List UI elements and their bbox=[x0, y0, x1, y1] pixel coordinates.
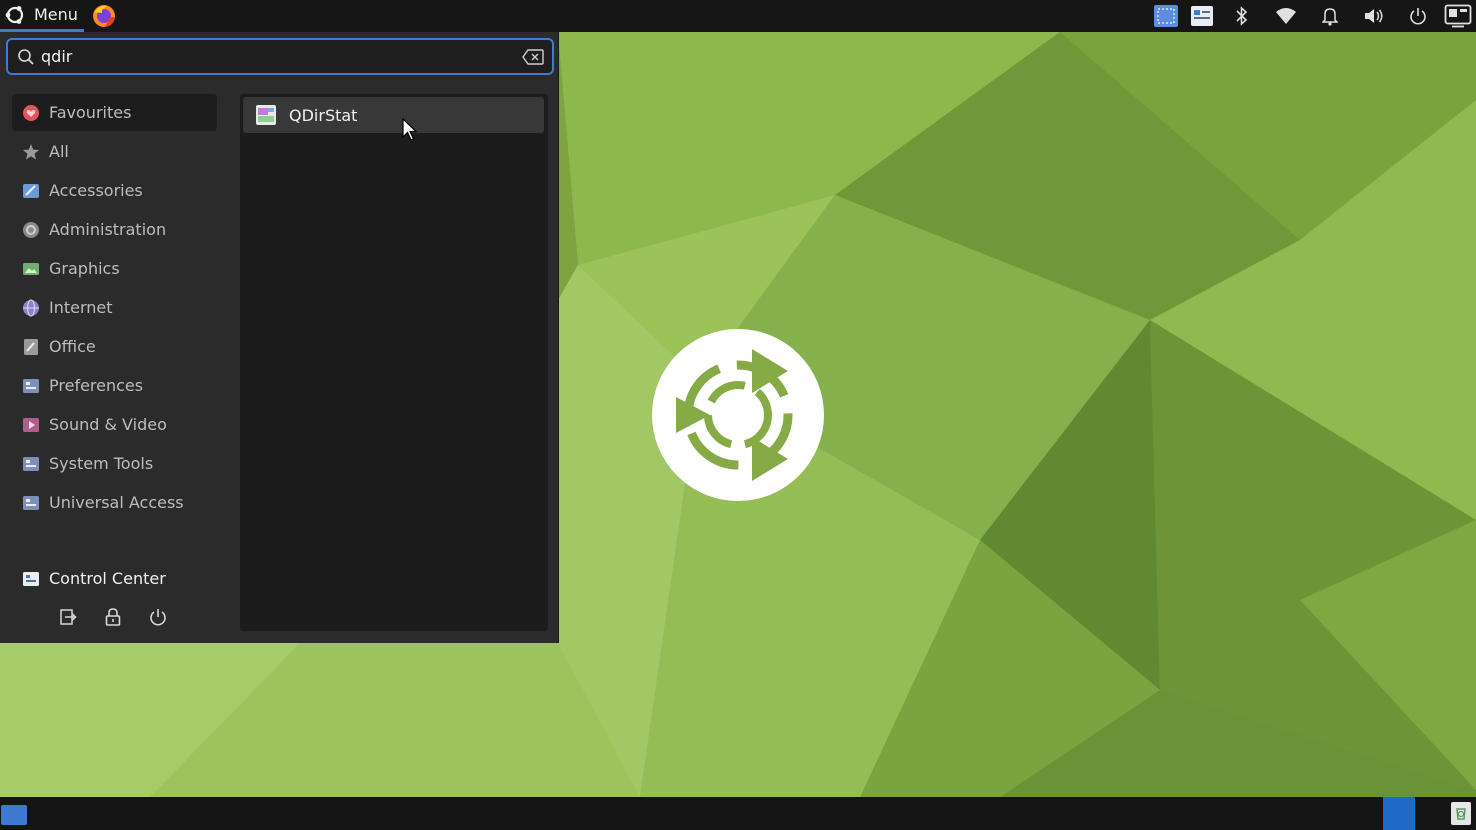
top-panel: Menu bbox=[0, 0, 1476, 32]
control-center-icon bbox=[22, 570, 40, 588]
category-label: Internet bbox=[49, 298, 113, 317]
star-icon bbox=[22, 143, 40, 161]
backspace-clear-icon[interactable] bbox=[522, 48, 544, 65]
firefox-icon bbox=[92, 5, 115, 27]
control-center-applet[interactable] bbox=[1184, 0, 1220, 32]
qdirstat-icon bbox=[256, 105, 276, 125]
category-label: Graphics bbox=[49, 259, 120, 278]
category-preferences[interactable]: Preferences bbox=[12, 367, 217, 404]
shutdown-button[interactable] bbox=[145, 604, 171, 630]
ubuntu-mate-logo bbox=[652, 329, 824, 501]
workspace-switcher[interactable] bbox=[1383, 797, 1415, 830]
application-menu: Favourites All Accessories Administratio… bbox=[0, 32, 559, 643]
logout-icon bbox=[60, 609, 77, 625]
internet-globe-icon bbox=[22, 299, 40, 317]
category-label: Office bbox=[49, 337, 96, 356]
search-box bbox=[6, 38, 554, 75]
category-label: System Tools bbox=[49, 454, 154, 473]
logout-button[interactable] bbox=[55, 604, 81, 630]
graphics-icon bbox=[22, 260, 40, 278]
system-tools-icon bbox=[22, 455, 40, 473]
control-center-item[interactable]: Control Center bbox=[12, 560, 227, 597]
category-administration[interactable]: Administration bbox=[12, 211, 217, 248]
category-label: Administration bbox=[49, 220, 167, 239]
wifi-applet[interactable] bbox=[1264, 0, 1308, 32]
lock-screen-button[interactable] bbox=[100, 604, 126, 630]
show-desktop-button[interactable] bbox=[1, 805, 27, 825]
notification-bell-icon bbox=[1322, 8, 1338, 26]
wifi-icon bbox=[1276, 8, 1296, 24]
category-system-tools[interactable]: System Tools bbox=[12, 445, 217, 482]
sound-video-icon bbox=[22, 416, 40, 434]
screenshot-applet[interactable] bbox=[1148, 0, 1184, 32]
trash-icon[interactable] bbox=[1449, 801, 1473, 826]
category-label: Accessories bbox=[49, 181, 143, 200]
category-label: Favourites bbox=[49, 103, 132, 122]
screenshot-icon bbox=[1154, 5, 1178, 27]
bottom-panel bbox=[0, 797, 1476, 830]
category-accessories[interactable]: Accessories bbox=[12, 172, 217, 209]
search-input[interactable] bbox=[41, 41, 522, 72]
office-icon bbox=[22, 338, 40, 356]
volume-icon bbox=[1365, 9, 1383, 23]
category-label: Sound & Video bbox=[49, 415, 167, 434]
result-label: QDirStat bbox=[289, 105, 358, 125]
search-results-pane: QDirStat bbox=[240, 94, 548, 631]
result-qdirstat[interactable]: QDirStat bbox=[243, 97, 544, 133]
display-icon bbox=[1444, 4, 1472, 28]
power-applet[interactable] bbox=[1396, 0, 1440, 32]
accessories-icon bbox=[22, 182, 40, 200]
category-favourites[interactable]: Favourites bbox=[12, 94, 217, 131]
notifications-applet[interactable] bbox=[1308, 0, 1352, 32]
category-office[interactable]: Office bbox=[12, 328, 217, 365]
control-center-icon bbox=[1191, 6, 1213, 26]
category-internet[interactable]: Internet bbox=[12, 289, 217, 326]
main-menu-label: Menu bbox=[34, 5, 78, 24]
category-sound-video[interactable]: Sound & Video bbox=[12, 406, 217, 443]
control-center-label: Control Center bbox=[49, 569, 166, 588]
main-menu-button[interactable]: Menu bbox=[0, 0, 84, 32]
category-list: Favourites All Accessories Administratio… bbox=[12, 94, 217, 588]
search-icon bbox=[18, 48, 34, 65]
display-applet[interactable] bbox=[1440, 0, 1476, 32]
administration-icon bbox=[22, 221, 40, 239]
shutdown-icon bbox=[150, 609, 166, 626]
system-tray bbox=[1148, 0, 1476, 32]
universal-access-icon bbox=[22, 494, 40, 512]
lock-icon bbox=[105, 608, 121, 626]
heart-icon bbox=[22, 104, 40, 122]
volume-applet[interactable] bbox=[1352, 0, 1396, 32]
bluetooth-applet[interactable] bbox=[1220, 0, 1264, 32]
category-all[interactable]: All bbox=[12, 133, 217, 170]
category-label: All bbox=[49, 142, 69, 161]
session-buttons bbox=[55, 604, 190, 630]
category-universal-access[interactable]: Universal Access bbox=[12, 484, 217, 521]
power-icon bbox=[1410, 8, 1426, 25]
firefox-launcher[interactable] bbox=[90, 2, 118, 30]
ubuntu-mate-icon bbox=[5, 5, 24, 24]
bluetooth-icon bbox=[1236, 6, 1248, 26]
category-graphics[interactable]: Graphics bbox=[12, 250, 217, 287]
category-label: Preferences bbox=[49, 376, 144, 395]
category-label: Universal Access bbox=[49, 493, 184, 512]
preferences-icon bbox=[22, 377, 40, 395]
